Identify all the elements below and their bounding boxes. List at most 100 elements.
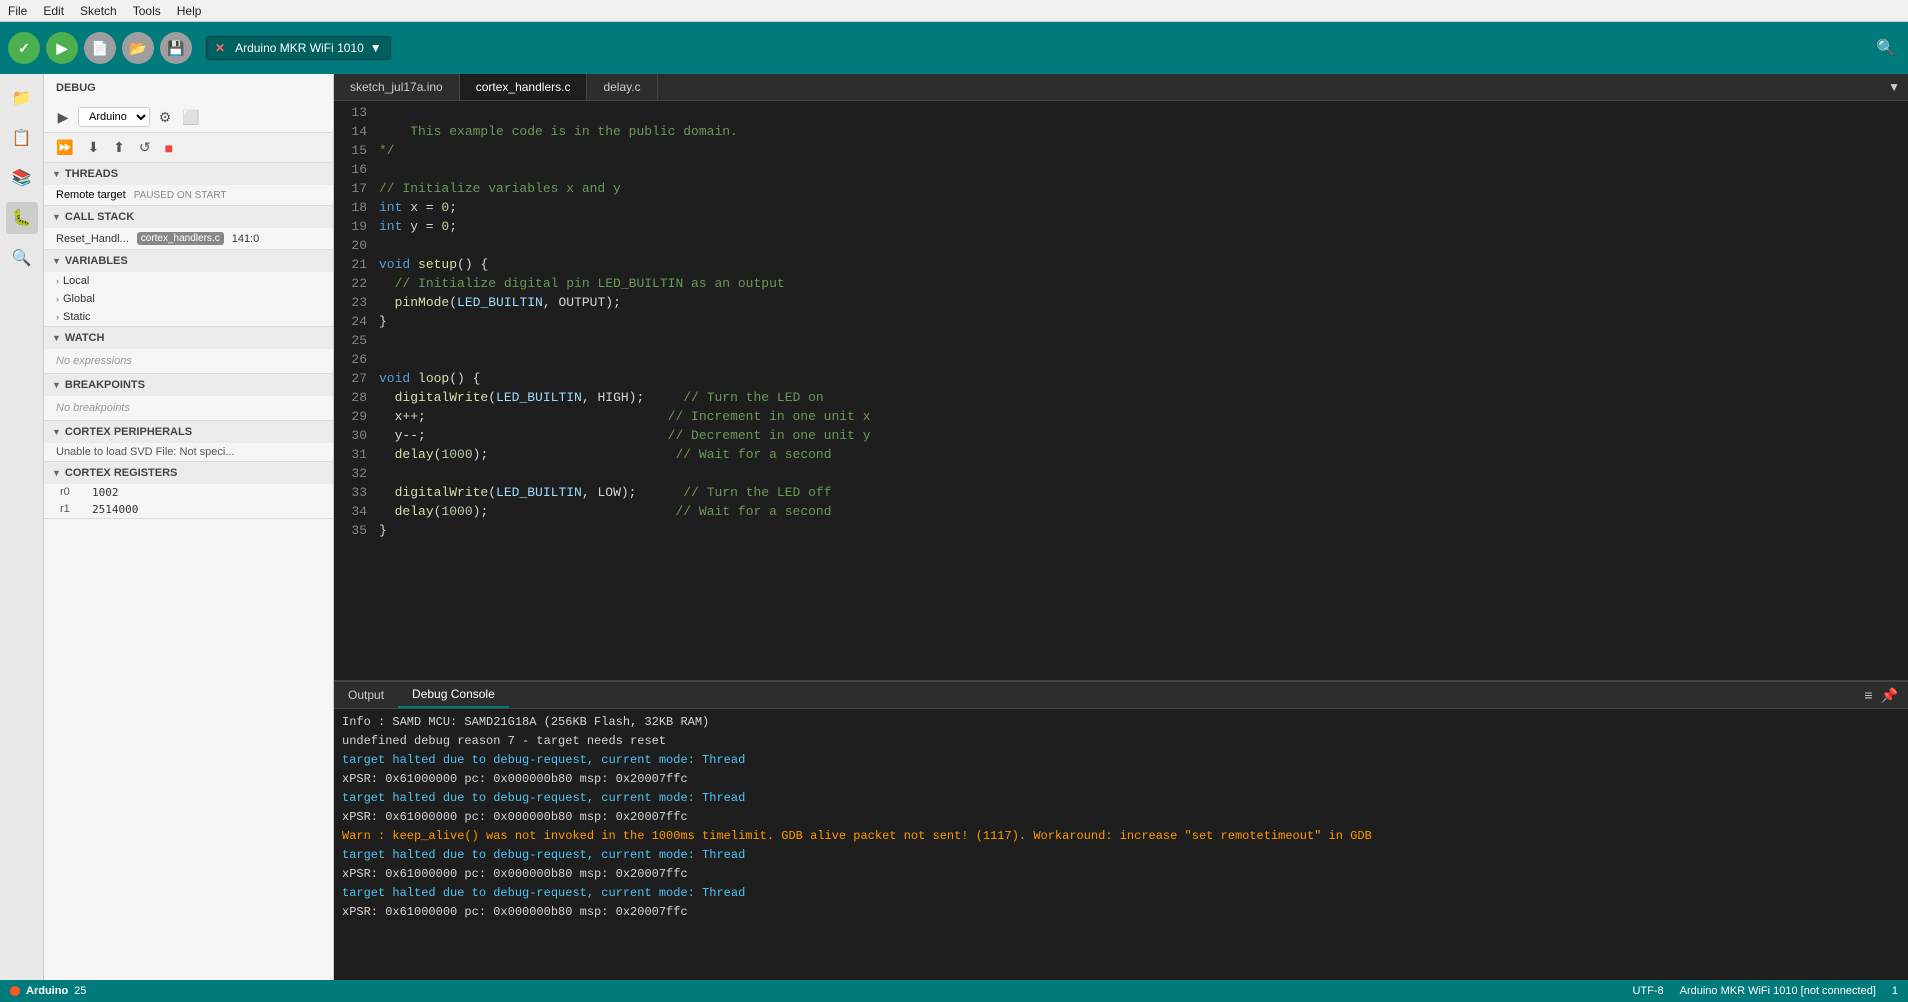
thread-name: Remote target xyxy=(56,189,126,201)
var-static[interactable]: › Static xyxy=(44,308,333,326)
tab-output[interactable]: Output xyxy=(334,683,398,707)
status-arduino-label: Arduino xyxy=(26,985,68,997)
bottom-tab-icons: ≡ 📌 xyxy=(1862,685,1908,706)
arduino-select[interactable]: Arduino xyxy=(78,107,150,127)
status-bar: Arduino 25 UTF-8 Arduino MKR WiFi 1010 [… xyxy=(0,980,1908,1002)
var-global[interactable]: › Global xyxy=(44,290,333,308)
reg-r0: r0 1002 xyxy=(44,484,333,501)
cortex-registers-section: ▼ CORTEX REGISTERS r0 1002 r1 2514000 xyxy=(44,462,333,519)
console-line: target halted due to debug-request, curr… xyxy=(342,751,1900,770)
wrap-icon[interactable]: ≡ xyxy=(1862,685,1874,706)
var-static-arrow-icon: › xyxy=(56,312,59,322)
board-selector[interactable]: ✕ Arduino MKR WiFi 1010 ▼ xyxy=(206,36,391,60)
status-circle-icon xyxy=(10,986,20,996)
var-static-label: Static xyxy=(63,311,91,323)
debug-icon[interactable]: 🐛 xyxy=(6,202,38,234)
callstack-section: ▼ CALL STACK Reset_Handl... cortex_handl… xyxy=(44,206,333,250)
files-icon[interactable]: 📁 xyxy=(6,82,38,114)
cortex-registers-arrow-icon: ▼ xyxy=(52,468,61,478)
console-line: xPSR: 0x61000000 pc: 0x000000b80 msp: 0x… xyxy=(342,808,1900,827)
code-editor[interactable]: 13 14 15 16 17 18 19 20 21 22 23 24 25 2… xyxy=(334,101,1908,680)
var-local-arrow-icon: › xyxy=(56,276,59,286)
no-breakpoints: No breakpoints xyxy=(44,396,333,420)
var-local[interactable]: › Local xyxy=(44,272,333,290)
dropdown-arrow-icon: ▼ xyxy=(370,41,382,55)
watch-section: ▼ WATCH No expressions xyxy=(44,327,333,374)
play-button[interactable]: ▶ xyxy=(52,106,74,128)
new-button[interactable]: 📄 xyxy=(84,32,116,64)
reg-r1: r1 2514000 xyxy=(44,501,333,518)
watch-header[interactable]: ▼ WATCH xyxy=(44,327,333,349)
console-line: target halted due to debug-request, curr… xyxy=(342,789,1900,808)
restart-button[interactable]: ↺ xyxy=(135,137,155,158)
console-line: Info : SAMD MCU: SAMD21G18A (256KB Flash… xyxy=(342,713,1900,732)
variables-section: ▼ VARIABLES › Local › Global › Static xyxy=(44,250,333,327)
bottom-panel: Output Debug Console ≡ 📌 Info : SAMD MCU… xyxy=(334,680,1908,980)
callstack-line: 141:0 xyxy=(232,233,260,245)
status-right: UTF-8 Arduino MKR WiFi 1010 [not connect… xyxy=(1632,985,1898,997)
menu-tools[interactable]: Tools xyxy=(133,4,161,18)
console-line: xPSR: 0x61000000 pc: 0x000000b80 msp: 0x… xyxy=(342,865,1900,884)
close-icon: ✕ xyxy=(215,41,225,55)
console-output[interactable]: Info : SAMD MCU: SAMD21G18A (256KB Flash… xyxy=(334,709,1908,980)
reg-r1-name: r1 xyxy=(60,503,84,516)
tab-dropdown-icon[interactable]: ▼ xyxy=(1880,74,1908,100)
var-global-label: Global xyxy=(63,293,95,305)
cortex-peripherals-section: ▼ CORTEX PERIPHERALS Unable to load SVD … xyxy=(44,421,333,462)
callstack-arrow-icon: ▼ xyxy=(52,212,61,222)
upload-button[interactable]: ▶ xyxy=(46,32,78,64)
threads-section: ▼ THREADS Remote target PAUSED ON START xyxy=(44,163,333,206)
variables-header[interactable]: ▼ VARIABLES xyxy=(44,250,333,272)
variables-arrow-icon: ▼ xyxy=(52,256,61,266)
cortex-peripherals-label: CORTEX PERIPHERALS xyxy=(65,426,192,438)
debug-title: DEBUG xyxy=(44,74,333,102)
cortex-registers-header[interactable]: ▼ CORTEX REGISTERS xyxy=(44,462,333,484)
threads-header[interactable]: ▼ THREADS xyxy=(44,163,333,185)
breakpoints-header[interactable]: ▼ BREAKPOINTS xyxy=(44,374,333,396)
variables-label: VARIABLES xyxy=(65,255,128,267)
callstack-header[interactable]: ▼ CALL STACK xyxy=(44,206,333,228)
step-into-button[interactable]: ⬇ xyxy=(83,137,103,158)
menu-file[interactable]: File xyxy=(8,4,27,18)
callstack-item: Reset_Handl... cortex_handlers.c 141:0 xyxy=(44,228,333,249)
board-icon[interactable]: 📋 xyxy=(6,122,38,154)
open-button[interactable]: 📂 xyxy=(122,32,154,64)
cortex-peripherals-arrow-icon: ▼ xyxy=(52,427,61,437)
library-icon[interactable]: 📚 xyxy=(6,162,38,194)
terminal-icon[interactable]: ⬜ xyxy=(180,106,202,128)
verify-button[interactable]: ✓ xyxy=(8,32,40,64)
search-button[interactable]: 🔍 xyxy=(1872,34,1900,62)
tab-cortex[interactable]: cortex_handlers.c xyxy=(460,74,588,100)
status-left: Arduino 25 xyxy=(10,985,86,997)
menu-sketch[interactable]: Sketch xyxy=(80,4,117,18)
icon-sidebar: 📁 📋 📚 🐛 🔍 xyxy=(0,74,44,980)
status-board: Arduino MKR WiFi 1010 [not connected] xyxy=(1680,985,1876,997)
code-content[interactable]: This example code is in the public domai… xyxy=(379,101,1908,680)
tab-delay[interactable]: delay.c xyxy=(587,74,657,100)
cortex-peripherals-msg: Unable to load SVD File: Not speci... xyxy=(44,443,333,461)
step-over-button[interactable]: ⏩ xyxy=(52,137,77,158)
menu-help[interactable]: Help xyxy=(177,4,202,18)
search-sidebar-icon[interactable]: 🔍 xyxy=(6,242,38,274)
status-errors: 1 xyxy=(1892,985,1898,997)
cortex-peripherals-header[interactable]: ▼ CORTEX PERIPHERALS xyxy=(44,421,333,443)
step-out-button[interactable]: ⬆ xyxy=(109,137,129,158)
thread-status: PAUSED ON START xyxy=(134,190,227,201)
watch-arrow-icon: ▼ xyxy=(52,333,61,343)
console-line: undefined debug reason 7 - target needs … xyxy=(342,732,1900,751)
menu-bar: File Edit Sketch Tools Help xyxy=(0,0,1908,22)
pin-icon[interactable]: 📌 xyxy=(1879,685,1900,706)
board-name: Arduino MKR WiFi 1010 xyxy=(235,41,364,55)
stop-button[interactable]: ■ xyxy=(161,138,177,158)
tab-debug-console[interactable]: Debug Console xyxy=(398,682,509,708)
save-button[interactable]: 💾 xyxy=(160,32,192,64)
watch-label: WATCH xyxy=(65,332,105,344)
menu-edit[interactable]: Edit xyxy=(43,4,64,18)
settings-icon[interactable]: ⚙ xyxy=(154,106,176,128)
tab-sketch[interactable]: sketch_jul17a.ino xyxy=(334,74,460,100)
callstack-file: cortex_handlers.c xyxy=(137,232,224,245)
console-line: target halted due to debug-request, curr… xyxy=(342,846,1900,865)
editor-tabs: sketch_jul17a.ino cortex_handlers.c dela… xyxy=(334,74,1908,101)
threads-arrow-icon: ▼ xyxy=(52,169,61,179)
breakpoints-label: BREAKPOINTS xyxy=(65,379,145,391)
